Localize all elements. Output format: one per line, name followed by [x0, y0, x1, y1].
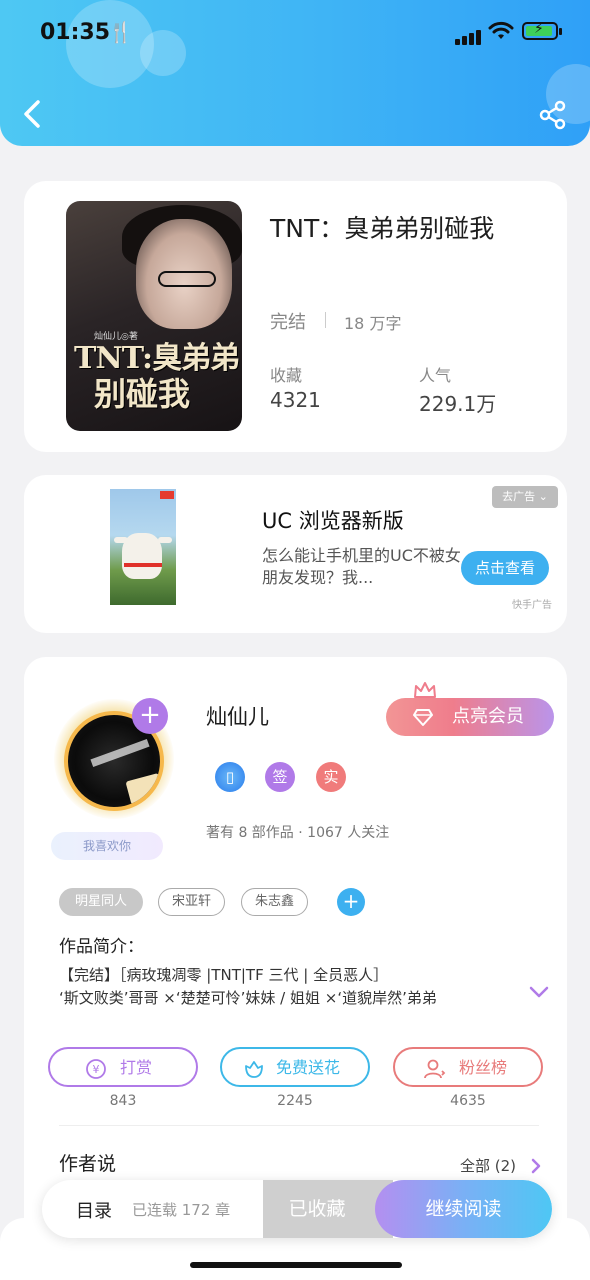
- flower-count: 2245: [277, 1093, 313, 1109]
- book-status: 完结: [270, 312, 306, 333]
- battery-icon: ⚡: [522, 21, 562, 40]
- crown-icon: [414, 682, 436, 698]
- signed-author-badge-icon[interactable]: 签: [265, 762, 295, 792]
- author-name[interactable]: 灿仙儿: [206, 701, 269, 731]
- table-of-contents-button[interactable]: 目录: [76, 1197, 112, 1223]
- bottom-action-bar: 目录 已连载 172 章 已收藏 继续阅读: [42, 1180, 552, 1238]
- continue-reading-button[interactable]: 继续阅读: [375, 1180, 552, 1238]
- remove-ad-label: 去广告: [502, 490, 536, 503]
- follow-plus-button[interactable]: +: [132, 698, 168, 734]
- book-title: TNT：臭弟弟别碰我: [270, 214, 495, 243]
- expand-chevron-icon[interactable]: [528, 985, 550, 999]
- diamond-icon: [413, 709, 433, 726]
- tag-chip[interactable]: 明星同人: [59, 888, 143, 916]
- popularity-label: 人气: [419, 366, 452, 385]
- reward-label: 打赏: [120, 1058, 153, 1077]
- yen-coin-icon: ¥: [86, 1059, 106, 1079]
- intro-line: ‘斯文败类’哥哥 ×‘楚楚可怜’妹妹 / 姐姐 ×‘道貌岸然’弟弟: [59, 989, 437, 1007]
- intro-label: 作品简介：: [59, 937, 144, 957]
- wifi-icon: [488, 21, 514, 39]
- chevron-down-icon: ⌄: [538, 490, 548, 503]
- reward-button[interactable]: ¥ 打赏: [48, 1047, 198, 1087]
- intro-text[interactable]: 【完结】［病玫瑰凋零 |TNT|TF 三代 | 全员恶人］ ‘斯文败类’哥哥 ×…: [59, 964, 529, 1010]
- svg-text:¥: ¥: [93, 1063, 100, 1076]
- remove-ad-button[interactable]: 去广告 ⌄: [492, 486, 558, 508]
- tag-chip[interactable]: 宋亚轩: [158, 888, 225, 916]
- reader-level-badge-icon[interactable]: ▯: [215, 762, 245, 792]
- collected-button[interactable]: 已收藏: [263, 1180, 393, 1238]
- book-word-count: 18 万字: [344, 314, 402, 333]
- favorites-label: 收藏: [270, 366, 303, 385]
- view-all-link[interactable]: 全部 (2): [460, 1155, 516, 1176]
- fan-ranking-button[interactable]: 粉丝榜: [393, 1047, 543, 1087]
- author-works-info: 著有 8 部作品 · 1067 人关注: [206, 825, 390, 841]
- share-icon[interactable]: [538, 100, 568, 130]
- add-tag-button[interactable]: +: [337, 888, 365, 916]
- fan-ranking-label: 粉丝榜: [459, 1058, 508, 1077]
- chevron-right-icon[interactable]: [530, 1157, 542, 1175]
- chapters-count[interactable]: 已连载 172 章: [132, 1199, 230, 1220]
- ad-source: 快手广告: [512, 600, 552, 611]
- collected-label: 已收藏: [288, 1198, 346, 1220]
- divider: [59, 1125, 539, 1126]
- header: 01:35 🍴 ⚡: [0, 0, 590, 146]
- send-flower-button[interactable]: 免费送花: [220, 1047, 370, 1087]
- ad-image[interactable]: [110, 489, 176, 605]
- flower-icon: [245, 1061, 263, 1078]
- favorites-value: 4321: [270, 388, 321, 412]
- send-flower-label: 免费送花: [276, 1058, 341, 1077]
- fan-count: 4635: [450, 1093, 486, 1109]
- fork-knife-icon: 🍴: [108, 20, 133, 44]
- like-badge: 我喜欢你: [51, 832, 163, 860]
- intro-line: 【完结】［病玫瑰凋零 |TNT|TF 三代 | 全员恶人］: [59, 966, 389, 984]
- book-cover[interactable]: 灿仙儿◎著 TNT:臭弟弟 别碰我: [66, 201, 242, 431]
- status-bar: 01:35 🍴 ⚡: [0, 18, 590, 48]
- fan-user-icon: [424, 1059, 446, 1079]
- ad-card[interactable]: UC 浏览器新版 怎么能让手机里的UC不被女朋友发现？我... 去广告 ⌄ 点击…: [24, 475, 567, 633]
- activate-vip-button[interactable]: 点亮会员: [386, 698, 554, 736]
- vip-button-label: 点亮会员: [452, 706, 524, 727]
- status-time: 01:35: [40, 20, 111, 45]
- ad-view-button[interactable]: 点击查看: [461, 551, 549, 585]
- home-indicator: [190, 1262, 402, 1268]
- reward-count: 843: [109, 1093, 137, 1109]
- author-says-heading: 作者说: [59, 1153, 117, 1175]
- ad-description: 怎么能让手机里的UC不被女朋友发现？我...: [262, 546, 461, 587]
- cellular-signal-icon: [455, 26, 483, 45]
- divider: [325, 312, 326, 328]
- ad-title: UC 浏览器新版: [262, 509, 404, 533]
- cover-title-line2: 别碰我: [94, 375, 191, 413]
- book-info-card: 灿仙儿◎著 TNT:臭弟弟 别碰我 TNT：臭弟弟别碰我 完结 18 万字 收藏…: [24, 181, 567, 452]
- verified-badge-icon[interactable]: 实: [316, 762, 346, 792]
- tag-chip[interactable]: 朱志鑫: [241, 888, 308, 916]
- back-arrow-icon[interactable]: [18, 96, 48, 132]
- popularity-value: 229.1万: [419, 392, 497, 416]
